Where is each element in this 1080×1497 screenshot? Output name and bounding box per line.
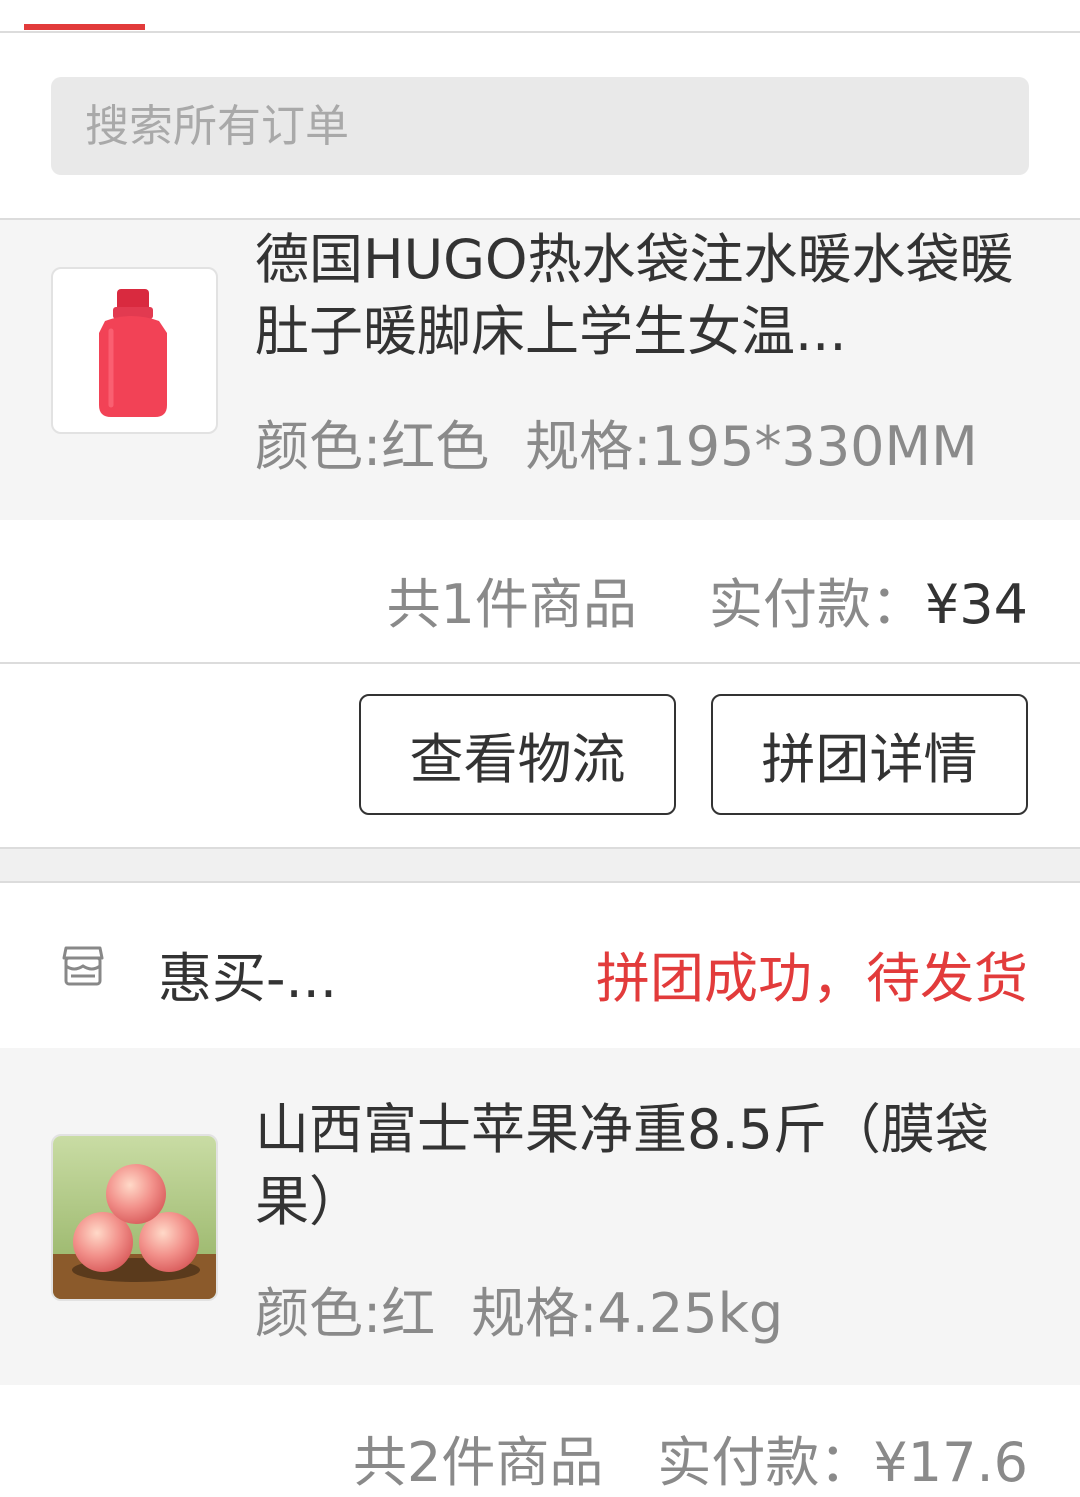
search-input[interactable]	[51, 77, 1029, 175]
product-spec: 规格:4.25kg	[471, 1282, 784, 1345]
section-divider	[0, 662, 1080, 664]
item-count: 共1件商品	[386, 573, 637, 636]
tab-divider	[0, 31, 1080, 33]
paid-label: 实付款：	[708, 573, 925, 636]
order-summary: 共1件商品 实付款：¥34	[387, 560, 1028, 639]
shop-name[interactable]: 惠买-...	[158, 934, 337, 1013]
product-specs: 颜色:红 规格:4.25kg	[255, 1284, 783, 1344]
store-icon	[62, 946, 104, 986]
order-status: 拼团成功，待发货	[596, 947, 1028, 1010]
order-item-hot-water-bottle[interactable]: 德国HUGO热水袋注水暖水袋暖肚子暖脚床上学生女温... 颜色:红色 规格:195…	[0, 220, 1080, 520]
order-summary: 共2件商品 实付款：¥17.6	[353, 1431, 1028, 1494]
paid-amount: ¥34	[924, 573, 1028, 636]
group-details-button[interactable]: 拼团详情	[711, 694, 1028, 815]
apples-icon	[53, 1136, 216, 1299]
product-title[interactable]: 德国HUGO热水袋注水暖水袋暖肚子暖脚床上学生女温...	[255, 224, 1035, 368]
product-thumbnail[interactable]	[51, 1134, 218, 1301]
product-title[interactable]: 山西富士苹果净重8.5斤（膜袋果）	[255, 1094, 1035, 1238]
active-tab-indicator	[24, 24, 145, 30]
product-specs: 颜色:红色 规格:195*330MM	[255, 417, 978, 477]
hot-water-bottle-icon	[99, 289, 167, 417]
product-color: 颜色:红色	[255, 415, 490, 478]
shop-header[interactable]: 惠买-... 拼团成功，待发货	[0, 900, 1080, 1040]
order-item-apples[interactable]: 山西富士苹果净重8.5斤（膜袋果） 颜色:红 规格:4.25kg	[0, 1048, 1080, 1385]
order-separator	[0, 847, 1080, 883]
view-logistics-button[interactable]: 查看物流	[359, 694, 676, 815]
product-color: 颜色:红	[255, 1282, 436, 1345]
product-spec: 规格:195*330MM	[525, 415, 978, 478]
product-thumbnail[interactable]	[51, 267, 218, 434]
